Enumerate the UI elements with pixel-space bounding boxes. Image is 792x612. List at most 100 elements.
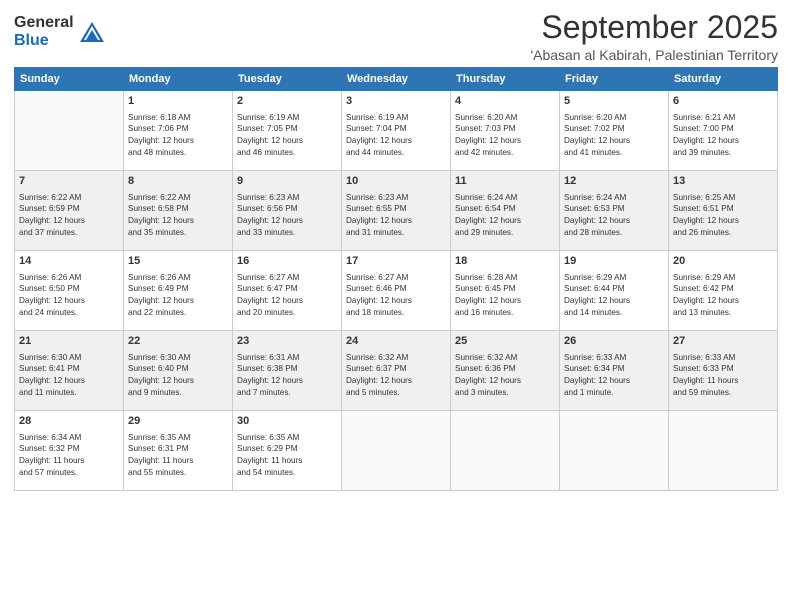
weekday-header-row: Sunday Monday Tuesday Wednesday Thursday… bbox=[15, 68, 778, 91]
day-number: 27 bbox=[673, 334, 773, 349]
table-row: 5 Sunrise: 6:20 AM Sunset: 7:02 PM Daylig… bbox=[560, 91, 669, 171]
header-saturday: Saturday bbox=[669, 68, 778, 91]
table-row: 20Sunrise: 6:29 AM Sunset: 6:42 PM Dayli… bbox=[669, 251, 778, 331]
day-info: Sunrise: 6:33 AM Sunset: 6:34 PM Dayligh… bbox=[564, 352, 664, 400]
header-thursday: Thursday bbox=[451, 68, 560, 91]
day-number: 25 bbox=[455, 334, 555, 349]
day-info: Sunrise: 6:34 AM Sunset: 6:32 PM Dayligh… bbox=[19, 432, 119, 480]
table-row: 28 Sunrise: 6:34 AM Sunset: 6:32 PM Dayli… bbox=[15, 411, 124, 491]
day-number: 19 bbox=[564, 254, 664, 269]
day-number: 26 bbox=[564, 334, 664, 349]
day-info: Sunrise: 6:25 AM Sunset: 6:51 PM Dayligh… bbox=[673, 192, 773, 240]
day-number: 8 bbox=[128, 174, 228, 189]
day-number: 21 bbox=[19, 334, 119, 349]
table-row bbox=[560, 411, 669, 491]
table-row: 18 Sunrise: 6:28 AM Sunset: 6:45 PM Dayli… bbox=[451, 251, 560, 331]
day-number: 23 bbox=[237, 334, 337, 349]
day-number: 12 bbox=[564, 174, 664, 189]
day-info: Sunrise: 6:31 AM Sunset: 6:38 PM Dayligh… bbox=[237, 352, 337, 400]
day-number: 29 bbox=[128, 414, 228, 429]
table-row bbox=[451, 411, 560, 491]
day-number: 10 bbox=[346, 174, 446, 189]
day-number: 18 bbox=[455, 254, 555, 269]
day-info: Sunrise: 6:19 AM Sunset: 7:04 PM Dayligh… bbox=[346, 112, 446, 160]
table-row: 12 Sunrise: 6:24 AM Sunset: 6:53 PM Dayli… bbox=[560, 171, 669, 251]
day-info: Sunrise: 6:28 AM Sunset: 6:45 PM Dayligh… bbox=[455, 272, 555, 320]
day-number: 4 bbox=[455, 94, 555, 109]
day-info: Sunrise: 6:27 AM Sunset: 6:46 PM Dayligh… bbox=[346, 272, 446, 320]
table-row: 2Sunrise: 6:19 AM Sunset: 7:05 PM Daylig… bbox=[233, 91, 342, 171]
table-row: 13 Sunrise: 6:25 AM Sunset: 6:51 PM Dayli… bbox=[669, 171, 778, 251]
day-info: Sunrise: 6:22 AM Sunset: 6:59 PM Dayligh… bbox=[19, 192, 119, 240]
day-number: 14 bbox=[19, 254, 119, 269]
day-number: 5 bbox=[564, 94, 664, 109]
table-row: 16 Sunrise: 6:27 AM Sunset: 6:47 PM Dayli… bbox=[233, 251, 342, 331]
table-row: 10 Sunrise: 6:23 AM Sunset: 6:55 PM Dayli… bbox=[342, 171, 451, 251]
logo-blue: Blue bbox=[14, 32, 74, 50]
table-row: 6 Sunrise: 6:21 AM Sunset: 7:00 PM Daylig… bbox=[669, 91, 778, 171]
table-row: 17Sunrise: 6:27 AM Sunset: 6:46 PM Dayli… bbox=[342, 251, 451, 331]
day-info: Sunrise: 6:19 AM Sunset: 7:05 PM Dayligh… bbox=[237, 112, 337, 160]
day-number: 7 bbox=[19, 174, 119, 189]
day-info: Sunrise: 6:27 AM Sunset: 6:47 PM Dayligh… bbox=[237, 272, 337, 320]
table-row: 26 Sunrise: 6:33 AM Sunset: 6:34 PM Dayli… bbox=[560, 331, 669, 411]
day-number: 3 bbox=[346, 94, 446, 109]
day-info: Sunrise: 6:32 AM Sunset: 6:37 PM Dayligh… bbox=[346, 352, 446, 400]
table-row: 14 Sunrise: 6:26 AM Sunset: 6:50 PM Dayli… bbox=[15, 251, 124, 331]
day-info: Sunrise: 6:22 AM Sunset: 6:58 PM Dayligh… bbox=[128, 192, 228, 240]
day-info: Sunrise: 6:20 AM Sunset: 7:03 PM Dayligh… bbox=[455, 112, 555, 160]
table-row: 21Sunrise: 6:30 AM Sunset: 6:41 PM Dayli… bbox=[15, 331, 124, 411]
day-number: 22 bbox=[128, 334, 228, 349]
table-row: 23 Sunrise: 6:31 AM Sunset: 6:38 PM Dayli… bbox=[233, 331, 342, 411]
table-row: 22 Sunrise: 6:30 AM Sunset: 6:40 PM Dayli… bbox=[124, 331, 233, 411]
table-row: 4 Sunrise: 6:20 AM Sunset: 7:03 PM Daylig… bbox=[451, 91, 560, 171]
day-info: Sunrise: 6:24 AM Sunset: 6:54 PM Dayligh… bbox=[455, 192, 555, 240]
day-number: 24 bbox=[346, 334, 446, 349]
day-number: 13 bbox=[673, 174, 773, 189]
calendar-table: Sunday Monday Tuesday Wednesday Thursday… bbox=[14, 67, 778, 491]
header-friday: Friday bbox=[560, 68, 669, 91]
month-title: September 2025 bbox=[530, 10, 778, 45]
table-row bbox=[669, 411, 778, 491]
day-info: Sunrise: 6:18 AM Sunset: 7:06 PM Dayligh… bbox=[128, 112, 228, 160]
table-row: 24 Sunrise: 6:32 AM Sunset: 6:37 PM Dayli… bbox=[342, 331, 451, 411]
location-title: 'Abasan al Kabirah, Palestinian Territor… bbox=[530, 47, 778, 63]
day-info: Sunrise: 6:26 AM Sunset: 6:50 PM Dayligh… bbox=[19, 272, 119, 320]
day-number: 30 bbox=[237, 414, 337, 429]
page: General Blue September 2025 'Abasan al K… bbox=[0, 0, 792, 612]
table-row: 1 Sunrise: 6:18 AM Sunset: 7:06 PM Daylig… bbox=[124, 91, 233, 171]
day-info: Sunrise: 6:20 AM Sunset: 7:02 PM Dayligh… bbox=[564, 112, 664, 160]
day-info: Sunrise: 6:30 AM Sunset: 6:40 PM Dayligh… bbox=[128, 352, 228, 400]
table-row bbox=[15, 91, 124, 171]
day-info: Sunrise: 6:35 AM Sunset: 6:31 PM Dayligh… bbox=[128, 432, 228, 480]
day-info: Sunrise: 6:33 AM Sunset: 6:33 PM Dayligh… bbox=[673, 352, 773, 400]
table-row bbox=[342, 411, 451, 491]
table-row: 7 Sunrise: 6:22 AM Sunset: 6:59 PM Daylig… bbox=[15, 171, 124, 251]
day-number: 28 bbox=[19, 414, 119, 429]
logo-general: General bbox=[14, 14, 74, 32]
logo-text: General Blue bbox=[14, 14, 74, 49]
header-sunday: Sunday bbox=[15, 68, 124, 91]
table-row: 15 Sunrise: 6:26 AM Sunset: 6:49 PM Dayli… bbox=[124, 251, 233, 331]
day-info: Sunrise: 6:26 AM Sunset: 6:49 PM Dayligh… bbox=[128, 272, 228, 320]
day-info: Sunrise: 6:24 AM Sunset: 6:53 PM Dayligh… bbox=[564, 192, 664, 240]
day-number: 1 bbox=[128, 94, 228, 109]
day-number: 9 bbox=[237, 174, 337, 189]
day-number: 20 bbox=[673, 254, 773, 269]
day-info: Sunrise: 6:21 AM Sunset: 7:00 PM Dayligh… bbox=[673, 112, 773, 160]
day-info: Sunrise: 6:23 AM Sunset: 6:55 PM Dayligh… bbox=[346, 192, 446, 240]
day-number: 16 bbox=[237, 254, 337, 269]
day-info: Sunrise: 6:32 AM Sunset: 6:36 PM Dayligh… bbox=[455, 352, 555, 400]
day-info: Sunrise: 6:23 AM Sunset: 6:56 PM Dayligh… bbox=[237, 192, 337, 240]
table-row: 3 Sunrise: 6:19 AM Sunset: 7:04 PM Daylig… bbox=[342, 91, 451, 171]
day-number: 6 bbox=[673, 94, 773, 109]
table-row: 25 Sunrise: 6:32 AM Sunset: 6:36 PM Dayli… bbox=[451, 331, 560, 411]
table-row: 29 Sunrise: 6:35 AM Sunset: 6:31 PM Dayli… bbox=[124, 411, 233, 491]
table-row: 30 Sunrise: 6:35 AM Sunset: 6:29 PM Dayli… bbox=[233, 411, 342, 491]
day-info: Sunrise: 6:35 AM Sunset: 6:29 PM Dayligh… bbox=[237, 432, 337, 480]
header-wednesday: Wednesday bbox=[342, 68, 451, 91]
day-number: 15 bbox=[128, 254, 228, 269]
day-info: Sunrise: 6:29 AM Sunset: 6:44 PM Dayligh… bbox=[564, 272, 664, 320]
table-row: 9 Sunrise: 6:23 AM Sunset: 6:56 PM Daylig… bbox=[233, 171, 342, 251]
table-row: 19 Sunrise: 6:29 AM Sunset: 6:44 PM Dayli… bbox=[560, 251, 669, 331]
